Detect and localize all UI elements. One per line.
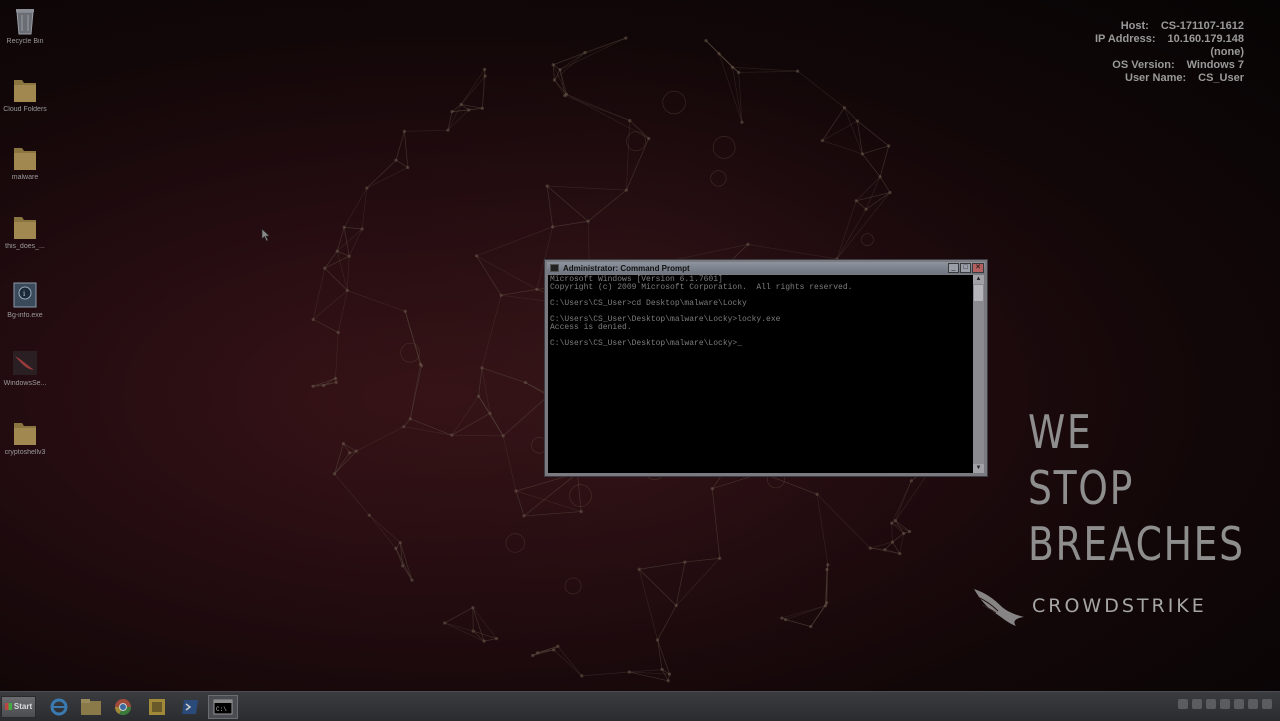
taskbar-ie-button[interactable]	[46, 695, 72, 719]
taskbar: Start C:\	[0, 691, 1280, 721]
explorer-icon	[80, 698, 102, 716]
folder-icon	[12, 417, 38, 447]
start-label: Start	[14, 702, 32, 711]
cmd-icon: C:\	[213, 699, 233, 715]
chrome-icon	[113, 697, 133, 717]
bginfo-icon: i	[12, 280, 38, 310]
start-button[interactable]: Start	[1, 696, 36, 718]
console-line: C:\Users\CS_User\Desktop\malware\Locky>_	[550, 340, 971, 348]
console-line: C:\Users\CS_User>cd Desktop\malware\Lock…	[550, 300, 971, 308]
scroll-thumb[interactable]	[974, 285, 983, 301]
maximize-button[interactable]: □	[960, 263, 971, 273]
crowdstrike-logo: CROWDSTRIKE	[972, 584, 1212, 628]
os-label: OS Version:	[1112, 59, 1174, 72]
desktop-icon-label: Cloud Folders	[0, 106, 50, 113]
desktop-icon-malware[interactable]: malware	[0, 142, 50, 181]
recycle-bin-icon	[12, 6, 38, 36]
notes-icon	[147, 697, 167, 717]
taskbar-chrome-button[interactable]	[110, 695, 136, 719]
command-prompt-window[interactable]: Administrator: Command Prompt _ □ ✕ Micr…	[544, 259, 988, 477]
desktop-icon-windowsse[interactable]: WindowsSe...	[0, 348, 50, 387]
slogan-line-3: BREACHES	[1028, 516, 1245, 572]
svg-text:C:\: C:\	[216, 706, 227, 713]
user-value: CS_User	[1198, 72, 1244, 85]
desktop-icon-cryptoshellv3[interactable]: cryptoshellv3	[0, 417, 50, 456]
close-button[interactable]: ✕	[972, 263, 984, 273]
taskbar-cmd-button[interactable]: C:\	[208, 695, 238, 719]
console-line: Access is denied.	[550, 324, 971, 332]
windows-flag-icon	[5, 703, 12, 710]
system-tray	[1178, 699, 1272, 709]
taskbar-powershell-button[interactable]	[177, 695, 203, 719]
tray-display-icon[interactable]	[1248, 699, 1258, 709]
os-value: Windows 7	[1187, 59, 1244, 72]
minimize-button[interactable]: _	[948, 263, 959, 273]
folder-icon	[12, 211, 38, 241]
host-label: Host:	[1121, 20, 1149, 33]
desktop-icon-bg-info-exe[interactable]: i Bg-info.exe	[0, 280, 50, 319]
ip-value-secondary: (none)	[1210, 46, 1244, 59]
user-label: User Name:	[1125, 72, 1186, 85]
ip-value: 10.160.179.148	[1168, 33, 1244, 46]
bginfo-panel: Host: CS-171107-1612 IP Address: 10.160.17…	[1095, 20, 1244, 85]
tray-power-icon[interactable]	[1234, 699, 1244, 709]
desktop-icon-cloud-folders[interactable]: Cloud Folders	[0, 74, 50, 113]
ie-icon	[49, 697, 69, 717]
console-output[interactable]: Microsoft Windows [Version 6.1.7601]Copy…	[548, 275, 973, 473]
desktop-icon-label: Bg-info.exe	[0, 312, 50, 319]
folder-icon	[12, 142, 38, 172]
tray-flag-icon[interactable]	[1220, 699, 1230, 709]
desktop-icon-label: this_does_...	[0, 243, 50, 250]
slogan-line-1: WE	[1028, 404, 1245, 460]
wallpaper-slogan: WE STOP BREACHES	[1028, 404, 1245, 572]
ip-label: IP Address:	[1095, 33, 1156, 46]
powershell-icon	[180, 697, 200, 717]
crowdstrike-icon	[12, 348, 38, 378]
vertical-scrollbar[interactable]: ▲ ▼	[973, 275, 984, 473]
tray-show-desktop-icon[interactable]	[1262, 699, 1272, 709]
scroll-down-arrow-icon[interactable]: ▼	[973, 464, 984, 473]
window-titlebar[interactable]: Administrator: Command Prompt _ □ ✕	[547, 262, 985, 274]
taskbar-notes-button[interactable]	[144, 695, 170, 719]
tray-volume-icon[interactable]	[1206, 699, 1216, 709]
folder-icon	[12, 74, 38, 104]
tray-network-icon[interactable]	[1178, 699, 1188, 709]
desktop-icon-label: WindowsSe...	[0, 380, 50, 387]
host-value: CS-171107-1612	[1161, 20, 1244, 33]
desktop-icon-label: Recycle Bin	[0, 38, 50, 45]
desktop-icon-label: malware	[0, 174, 50, 181]
scroll-up-arrow-icon[interactable]: ▲	[973, 275, 984, 284]
falcon-icon	[972, 585, 1026, 627]
desktop-icon-label: cryptoshellv3	[0, 449, 50, 456]
taskbar-explorer-button[interactable]	[78, 695, 104, 719]
desktop-icon-this-does[interactable]: this_does_...	[0, 211, 50, 250]
cmd-window-icon	[550, 264, 559, 272]
window-title: Administrator: Command Prompt	[563, 264, 690, 273]
slogan-line-2: STOP	[1028, 460, 1245, 516]
console-line: Copyright (c) 2009 Microsoft Corporation…	[550, 284, 971, 292]
desktop-icon-recycle-bin[interactable]: Recycle Bin	[0, 6, 50, 45]
brand-name: CROWDSTRIKE	[1032, 595, 1207, 617]
tray-security-icon[interactable]	[1192, 699, 1202, 709]
mouse-cursor-icon	[261, 228, 271, 242]
